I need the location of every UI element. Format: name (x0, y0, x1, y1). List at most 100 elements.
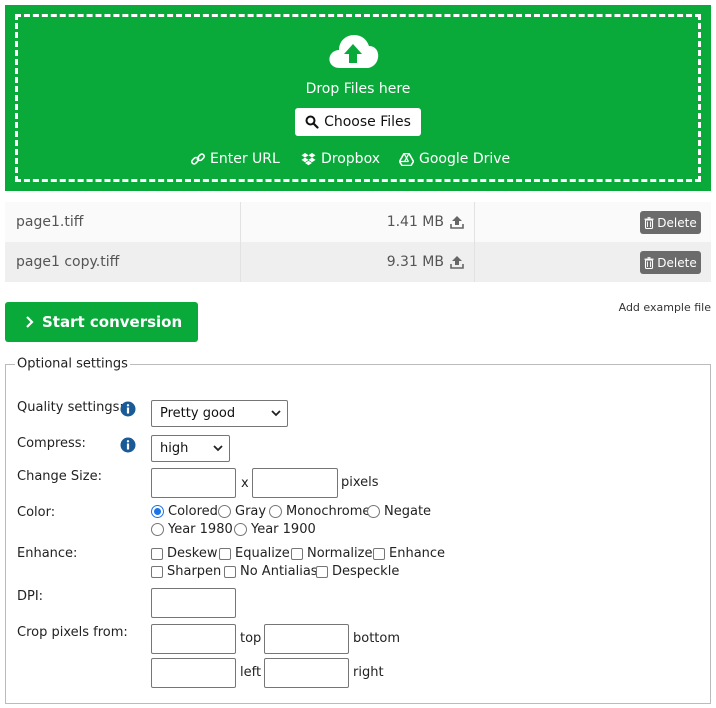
option-label: Despeckle (332, 564, 400, 579)
google-drive-icon (399, 152, 414, 166)
crop-top-input[interactable] (151, 624, 236, 654)
color-option-monochrome[interactable]: Monochrome (269, 504, 370, 519)
add-example-file-link[interactable]: Add example file (619, 301, 711, 314)
start-conversion-label: Start conversion (42, 313, 183, 331)
option-label: No Antialias (240, 564, 318, 579)
radio[interactable] (234, 523, 247, 536)
option-label: Enhance (389, 546, 446, 561)
radio[interactable] (151, 523, 164, 536)
google-drive-label: Google Drive (419, 151, 511, 167)
checkbox[interactable] (316, 565, 328, 578)
option-label: Colored (168, 504, 218, 519)
height-input[interactable] (252, 468, 338, 498)
enhance-option-despeckle[interactable]: Despeckle (316, 564, 399, 579)
file-row: page1 copy.tiff 9.31 MB Delete (5, 242, 711, 282)
color-option-year-1980[interactable]: Year 1980 (151, 522, 233, 537)
chevron-down-icon (271, 410, 281, 417)
enhance-option-enhance[interactable]: Enhance (373, 546, 445, 561)
option-label: Gray (235, 504, 267, 519)
info-icon[interactable] (120, 401, 136, 417)
dpi-input[interactable] (151, 588, 236, 618)
delete-button[interactable]: Delete (640, 211, 701, 234)
compress-value: high (160, 441, 189, 456)
checkbox[interactable] (373, 547, 385, 560)
optional-settings: Optional settings Quality settings: Pret… (5, 356, 711, 704)
dropbox-label: Dropbox (321, 151, 380, 167)
settings-legend: Optional settings (15, 356, 130, 372)
checkbox[interactable] (151, 547, 163, 560)
size-separator: x (241, 476, 249, 491)
option-label: Negate (384, 504, 432, 519)
change-size-label: Change Size: (17, 469, 102, 484)
color-option-negate[interactable]: Negate (367, 504, 431, 519)
crop-bottom-label: bottom (353, 631, 401, 646)
radio[interactable] (269, 505, 282, 518)
upload-icon (450, 216, 464, 229)
delete-label: Delete (657, 255, 697, 270)
quality-select[interactable]: Pretty good (151, 400, 288, 427)
delete-label: Delete (657, 215, 697, 230)
crop-label: Crop pixels from: (17, 625, 128, 640)
enhance-option-no-antialias[interactable]: No Antialias (224, 564, 318, 579)
width-input[interactable] (151, 468, 236, 498)
option-label: Sharpen (167, 564, 222, 579)
chevron-right-icon (26, 316, 34, 328)
dpi-label: DPI: (17, 589, 44, 604)
checkbox[interactable] (151, 565, 163, 578)
crop-left-input[interactable] (151, 658, 236, 688)
google-drive-link[interactable]: Google Drive (399, 151, 510, 167)
color-option-year-1900[interactable]: Year 1900 (234, 522, 316, 537)
option-label: Year 1980 (168, 522, 233, 537)
enhance-option-equalize[interactable]: Equalize (219, 546, 290, 561)
file-size: 1.41 MB (386, 214, 444, 230)
option-label: Equalize (235, 546, 290, 561)
drop-files-text: Drop Files here (305, 81, 411, 97)
option-label: Deskew (167, 546, 218, 561)
checkbox[interactable] (291, 547, 303, 560)
crop-right-input[interactable] (264, 658, 349, 688)
trash-icon (644, 256, 654, 269)
compress-select[interactable]: high (151, 435, 230, 462)
radio[interactable] (367, 505, 380, 518)
file-size: 9.31 MB (386, 254, 444, 270)
chevron-down-icon (213, 445, 223, 452)
trash-icon (644, 216, 654, 229)
choose-files-label: Choose Files (324, 114, 411, 130)
dropbox-icon (301, 153, 316, 166)
crop-bottom-input[interactable] (264, 624, 349, 654)
option-label: Monochrome (286, 504, 371, 519)
enter-url-link[interactable]: Enter URL (191, 151, 280, 167)
file-row: page1.tiff 1.41 MB Delete (5, 202, 711, 242)
radio-selected[interactable] (151, 505, 164, 518)
quality-value: Pretty good (160, 406, 236, 421)
option-label: Normalize (307, 546, 373, 561)
radio[interactable] (218, 505, 231, 518)
enhance-option-deskew[interactable]: Deskew (151, 546, 217, 561)
search-icon (305, 115, 319, 129)
crop-left-label: left (240, 665, 262, 680)
compress-label: Compress: (17, 436, 86, 451)
link-icon (191, 153, 205, 165)
file-name: page1 copy.tiff (16, 254, 120, 270)
upload-icon (450, 256, 464, 269)
crop-top-label: top (240, 631, 262, 646)
cloud-upload-icon (329, 35, 379, 68)
color-option-colored[interactable]: Colored (151, 504, 218, 519)
color-option-gray[interactable]: Gray (218, 504, 266, 519)
start-conversion-button[interactable]: Start conversion (5, 302, 198, 342)
quality-label: Quality settings: (17, 400, 124, 415)
choose-files-button[interactable]: Choose Files (295, 108, 421, 136)
color-label: Color: (17, 505, 56, 520)
enhance-option-sharpen[interactable]: Sharpen (151, 564, 221, 579)
dropbox-link[interactable]: Dropbox (301, 151, 380, 167)
enhance-label: Enhance: (17, 546, 78, 561)
enter-url-label: Enter URL (210, 151, 280, 167)
delete-button[interactable]: Delete (640, 251, 701, 274)
enhance-option-normalize[interactable]: Normalize (291, 546, 372, 561)
checkbox[interactable] (224, 565, 236, 578)
crop-right-label: right (353, 665, 384, 680)
info-icon[interactable] (120, 437, 136, 453)
file-name: page1.tiff (16, 214, 84, 230)
size-unit: pixels (341, 475, 379, 490)
checkbox[interactable] (219, 547, 231, 560)
